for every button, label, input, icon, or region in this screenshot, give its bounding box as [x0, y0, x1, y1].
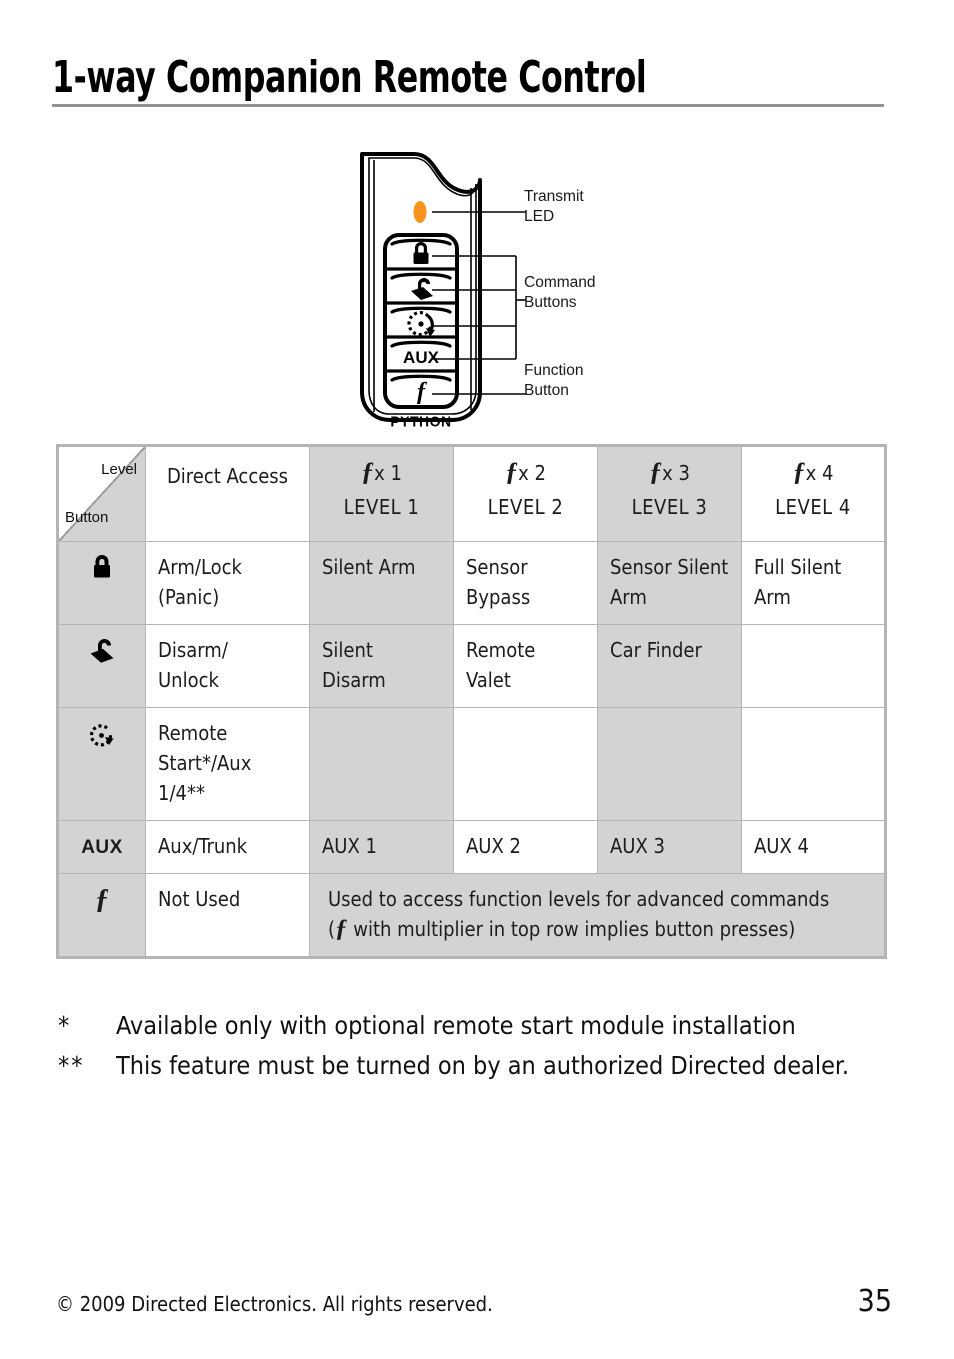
cell-level-1: AUX 1: [309, 820, 454, 874]
lock-icon: [94, 555, 110, 578]
unlock-icon: [411, 278, 433, 300]
remote-start-icon: [89, 724, 114, 747]
lock-icon: [413, 242, 429, 264]
callout-function-button: Function Button: [524, 362, 584, 399]
function-f-icon: ƒ: [95, 884, 109, 915]
table-row: Arm/Lock (Panic) Silent Arm Sensor Bypas…: [57, 541, 886, 625]
table-row: Disarm/ Unlock Silent Disarm Remote Vale…: [57, 624, 886, 708]
corner-level-label: Level: [101, 461, 137, 478]
cell-level-1: Silent Disarm: [309, 624, 454, 708]
callout-transmit-led: Transmit LED: [524, 188, 584, 225]
callout-command-buttons: Command Buttons: [524, 274, 596, 311]
footnote-mark: *: [58, 1011, 72, 1040]
footnote-double-star: ** This feature must be turned on by an a…: [58, 1046, 908, 1086]
corner-button-label: Button: [65, 509, 109, 526]
cell-direct-access: Arm/Lock (Panic): [145, 541, 310, 625]
cell-level-2: [453, 707, 598, 821]
footnote-single-star: * Available only with optional remote sta…: [58, 1006, 908, 1046]
cell-level-1: Silent Arm: [309, 541, 454, 625]
header-level-3: ƒx 3 LEVEL 3: [597, 445, 742, 542]
table-row: Remote Start*/Aux 1/4**: [57, 707, 886, 821]
cell-level-4: [741, 624, 886, 708]
row-icon-unlock: [57, 624, 146, 708]
cell-direct-access: Disarm/ Unlock: [145, 624, 310, 708]
page-title: 1-way Companion Remote Control: [52, 52, 647, 103]
note-paren-open: (: [328, 917, 336, 941]
aux-text-icon: AUX: [403, 348, 440, 367]
header-level-1: ƒx 1 LEVEL 1: [309, 445, 454, 542]
header-level-2: ƒx 2 LEVEL 2: [453, 445, 598, 542]
footnote-mark: **: [58, 1051, 85, 1080]
row-icon-lock: [57, 541, 146, 625]
title-divider: [52, 104, 884, 107]
row-icon-function: ƒ: [57, 873, 146, 958]
cell-level-3: Sensor Silent Arm: [597, 541, 742, 625]
row-icon-remote-start: [57, 707, 146, 821]
header-corner-cell: Level Button: [57, 445, 146, 542]
function-note-line-2: (ƒ with multiplier in top row implies bu…: [328, 914, 884, 944]
cell-level-4: [741, 707, 886, 821]
table-header-row: Level Button Direct Access ƒx 1 LEVEL 1 …: [57, 445, 886, 542]
header-level-4: ƒx 4 LEVEL 4: [741, 445, 886, 542]
cell-level-3: [597, 707, 742, 821]
cell-direct-access: Not Used: [145, 873, 310, 958]
cell-level-2: Sensor Bypass: [453, 541, 598, 625]
python-logo: PYTHON: [390, 414, 451, 430]
page-number: 35: [857, 1284, 892, 1319]
cell-level-3: Car Finder: [597, 624, 742, 708]
function-f-icon: ƒ: [335, 915, 348, 942]
function-note-cell: Used to access function levels for advan…: [309, 873, 886, 958]
function-f-icon: ƒ: [649, 457, 663, 486]
footnote-text: Available only with optional remote star…: [116, 1011, 796, 1040]
footnotes: * Available only with optional remote sta…: [58, 1006, 908, 1086]
function-note-line-1: Used to access function levels for advan…: [328, 887, 830, 911]
header-direct-access: Direct Access: [145, 445, 310, 542]
cell-direct-access: Remote Start*/Aux 1/4**: [145, 707, 310, 821]
row-icon-aux: AUX: [57, 820, 146, 874]
table-row: AUX Aux/Trunk AUX 1 AUX 2 AUX 3 AUX 4: [57, 820, 886, 874]
footnote-text: This feature must be turned on by an aut…: [116, 1051, 850, 1080]
copyright-notice: © 2009 Directed Electronics. All rights …: [56, 1292, 493, 1316]
function-f-icon: f: [417, 379, 427, 405]
cell-level-3: AUX 3: [597, 820, 742, 874]
function-f-icon: ƒ: [792, 457, 806, 486]
function-f-icon: ƒ: [505, 457, 519, 486]
cell-level-2: AUX 2: [453, 820, 598, 874]
cell-level-1: [309, 707, 454, 821]
cell-level-4: AUX 4: [741, 820, 886, 874]
cell-level-4: Full Silent Arm: [741, 541, 886, 625]
function-f-icon: ƒ: [361, 457, 375, 486]
cell-direct-access: Aux/Trunk: [145, 820, 310, 874]
cell-level-2: Remote Valet: [453, 624, 598, 708]
transmit-led-icon: [413, 201, 427, 223]
table-row-function: ƒ Not Used Used to access function level…: [57, 873, 886, 958]
note-tail: with multiplier in top row implies butto…: [347, 917, 796, 941]
aux-text-icon: AUX: [81, 837, 123, 858]
unlock-icon: [90, 639, 114, 663]
function-level-table: Level Button Direct Access ƒx 1 LEVEL 1 …: [56, 444, 887, 959]
